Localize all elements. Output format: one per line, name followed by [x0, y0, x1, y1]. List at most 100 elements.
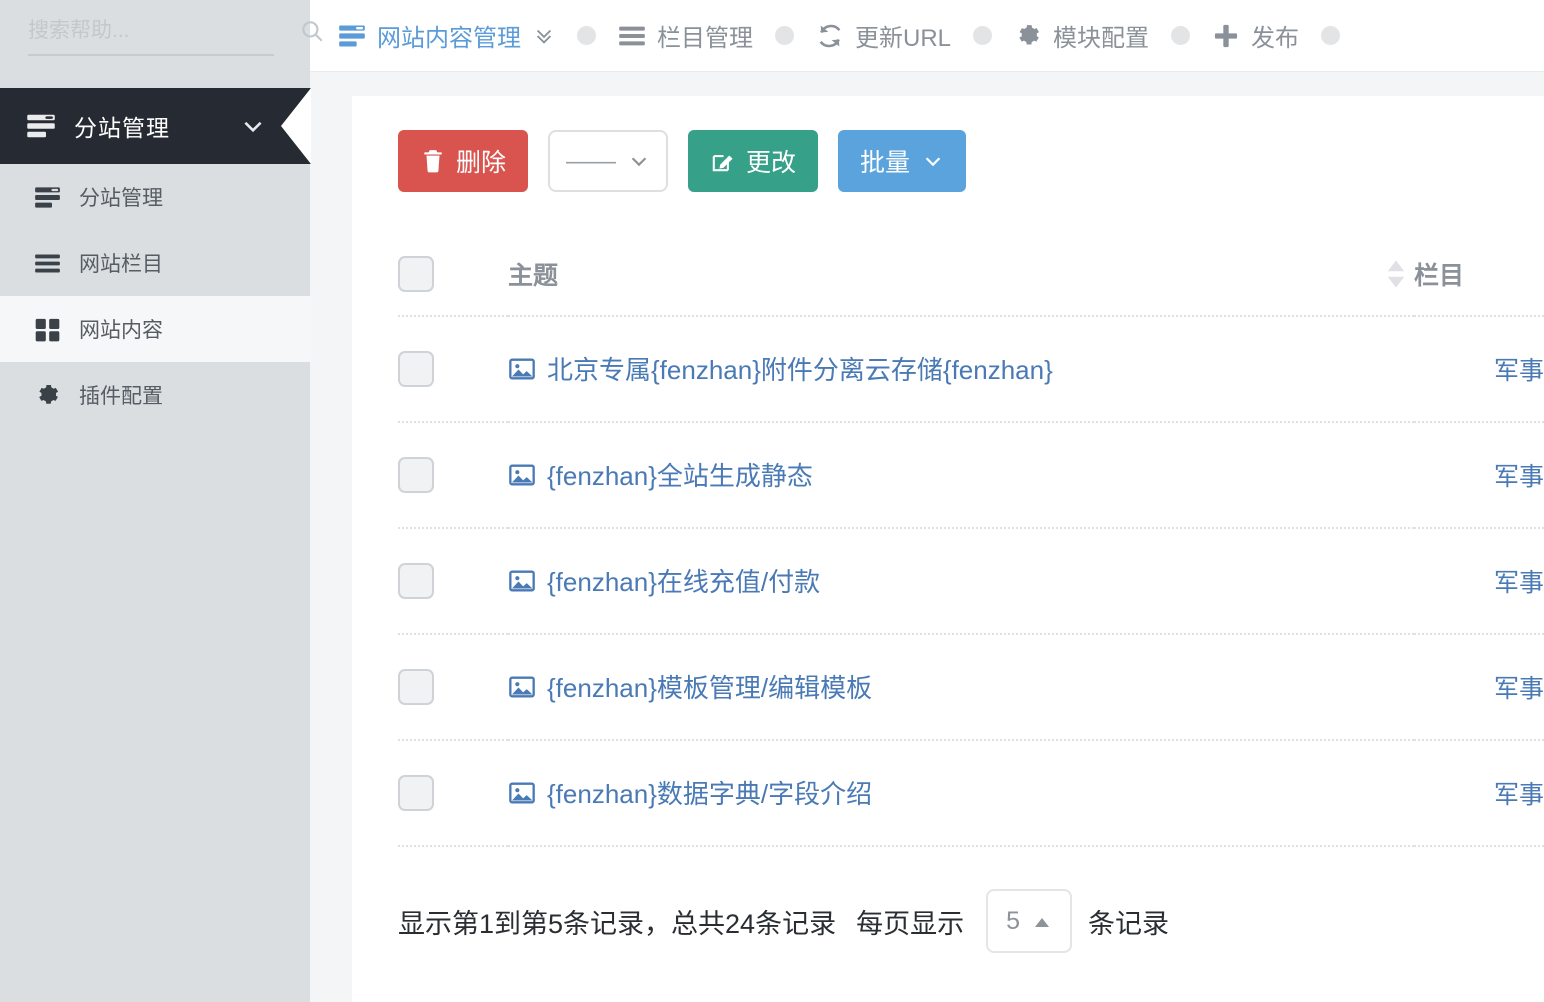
row-category-cell: 军事	[1414, 528, 1544, 635]
row-title-text: 北京专属{fenzhan}附件分离云存储{fenzhan}	[547, 355, 1053, 386]
row-subject-cell: {fenzhan}数据字典/字段介绍	[508, 740, 1414, 847]
gear-icon	[1014, 22, 1042, 50]
sidebar-item-fenzhan-guanli[interactable]: 分站管理	[0, 164, 310, 230]
column-header-category-label: 栏目	[1414, 261, 1465, 290]
table-row: {fenzhan}模板管理/编辑模板 军事	[398, 634, 1544, 741]
topbar-item-label: 网站内容管理	[377, 25, 521, 52]
row-select-cell	[398, 740, 508, 847]
image-icon	[508, 673, 536, 701]
grid-icon	[34, 316, 61, 343]
server-list-icon	[34, 184, 61, 211]
sidebar-item-label: 网站栏目	[79, 253, 163, 276]
row-select-cell	[398, 634, 508, 741]
refresh-icon	[816, 22, 844, 50]
row-title-link[interactable]: {fenzhan}在线充值/付款	[508, 562, 820, 599]
plus-icon	[1212, 22, 1240, 50]
row-checkbox[interactable]	[398, 457, 434, 493]
table-footer: 显示第1到第5条记录，总共24条记录 每页显示 5 条记录	[398, 889, 1544, 953]
row-category-link[interactable]: 军事	[1494, 675, 1544, 703]
row-category-link[interactable]: 军事	[1494, 357, 1544, 385]
topbar-item-column-manage[interactable]: 栏目管理	[618, 18, 753, 53]
sidebar-item-wangzhan-lanmu[interactable]: 网站栏目	[0, 230, 310, 296]
row-select-cell	[398, 316, 508, 423]
main-area: 网站内容管理 栏目管理 更新URL 模块配置 发布 删除 —— 更改 批量 主题…	[310, 0, 1544, 1002]
sidebar-item-chajian-peizhi[interactable]: 插件配置	[0, 362, 310, 428]
image-icon	[508, 355, 536, 383]
image-icon	[508, 779, 536, 807]
row-category-link[interactable]: 军事	[1494, 781, 1544, 809]
row-title-link[interactable]: {fenzhan}数据字典/字段介绍	[508, 774, 872, 811]
topbar-separator-dot	[577, 26, 596, 45]
search-input[interactable]	[28, 19, 299, 43]
page-size-value: 5	[1006, 906, 1020, 935]
app-root: 分站管理 分站管理	[0, 0, 1544, 1002]
table-row: 北京专属{fenzhan}附件分离云存储{fenzhan} 军事	[398, 316, 1544, 423]
topbar-item-content-manage[interactable]: 网站内容管理	[338, 18, 555, 53]
content-table-wrap: 主题 栏目 北京专属{fenzhan}附件分离云存储{fenzhan} 军事 {…	[352, 232, 1544, 847]
row-title-link[interactable]: 北京专属{fenzhan}附件分离云存储{fenzhan}	[508, 350, 1053, 387]
row-checkbox[interactable]	[398, 351, 434, 387]
column-header-subject[interactable]: 主题	[508, 232, 1414, 317]
row-checkbox[interactable]	[398, 563, 434, 599]
batch-button[interactable]: 批量	[838, 130, 967, 192]
chevron-down-icon[interactable]	[240, 113, 266, 139]
row-title-link[interactable]: {fenzhan}全站生成静态	[508, 456, 813, 493]
gear-icon	[34, 382, 61, 409]
edit-button-label: 更改	[746, 149, 797, 177]
server-list-icon	[26, 111, 56, 141]
column-header-category[interactable]: 栏目	[1414, 232, 1544, 317]
row-category-cell: 军事	[1414, 634, 1544, 741]
chevron-down-icon	[922, 150, 944, 172]
row-subject-cell: {fenzhan}模板管理/编辑模板	[508, 634, 1414, 741]
table-toolbar: 删除 —— 更改 批量	[352, 130, 1544, 192]
content-table: 主题 栏目 北京专属{fenzhan}附件分离云存储{fenzhan} 军事 {…	[398, 232, 1544, 847]
search-box[interactable]	[28, 18, 323, 56]
search-icon	[299, 18, 325, 44]
topbar-separator-dot	[775, 26, 794, 45]
sidebar-group-label: 分站管理	[74, 115, 170, 141]
sidebar-group-header[interactable]: 分站管理	[0, 88, 311, 164]
select-all-checkbox[interactable]	[398, 255, 434, 292]
topbar-item-module-config[interactable]: 模块配置	[1014, 18, 1149, 53]
topbar-item-label: 栏目管理	[657, 25, 753, 52]
row-checkbox[interactable]	[398, 775, 434, 811]
server-list-icon	[338, 22, 366, 50]
sidebar-search	[0, 0, 323, 88]
column-header-subject-label: 主题	[508, 261, 559, 290]
edit-button[interactable]: 更改	[688, 130, 819, 192]
sidebar-item-label: 分站管理	[79, 187, 163, 210]
status-select[interactable]: ——	[548, 130, 669, 192]
topbar-item-update-url[interactable]: 更新URL	[816, 18, 951, 53]
row-title-text: {fenzhan}数据字典/字段介绍	[547, 779, 873, 810]
image-icon	[508, 567, 536, 595]
per-page-label: 每页显示	[856, 908, 965, 939]
table-body: 北京专属{fenzhan}附件分离云存储{fenzhan} 军事 {fenzha…	[398, 316, 1544, 847]
records-suffix-label: 条记录	[1087, 908, 1169, 939]
row-category-link[interactable]: 军事	[1494, 569, 1544, 597]
row-title-text: {fenzhan}模板管理/编辑模板	[547, 673, 873, 704]
record-range-info: 显示第1到第5条记录，总共24条记录	[398, 908, 837, 939]
topbar-item-label: 模块配置	[1053, 25, 1150, 52]
row-select-cell	[398, 422, 508, 529]
topbar-item-publish[interactable]: 发布	[1212, 18, 1299, 53]
page-size-select[interactable]: 5	[986, 889, 1072, 953]
top-navbar: 网站内容管理 栏目管理 更新URL 模块配置 发布	[310, 0, 1544, 72]
trash-icon	[420, 148, 446, 174]
sidebar-active-notch	[279, 88, 311, 164]
row-checkbox[interactable]	[398, 669, 434, 705]
table-row: {fenzhan}数据字典/字段介绍 军事	[398, 740, 1544, 847]
row-subject-cell: {fenzhan}在线充值/付款	[508, 528, 1414, 635]
sidebar-item-label: 插件配置	[79, 385, 163, 408]
row-category-cell: 军事	[1414, 740, 1544, 847]
sort-icon[interactable]	[1386, 259, 1406, 289]
row-title-link[interactable]: {fenzhan}模板管理/编辑模板	[508, 668, 872, 705]
sidebar-item-label: 网站内容	[79, 319, 163, 342]
topbar-item-label: 更新URL	[855, 25, 952, 52]
delete-button[interactable]: 删除	[398, 130, 529, 192]
row-category-link[interactable]: 军事	[1494, 463, 1544, 491]
topbar-separator-dot	[1171, 26, 1191, 45]
sidebar-item-wangzhan-neirong[interactable]: 网站内容	[0, 296, 310, 362]
chevron-double-down-icon[interactable]	[533, 25, 555, 47]
image-icon	[508, 461, 536, 489]
pencil-square-icon	[710, 148, 736, 174]
